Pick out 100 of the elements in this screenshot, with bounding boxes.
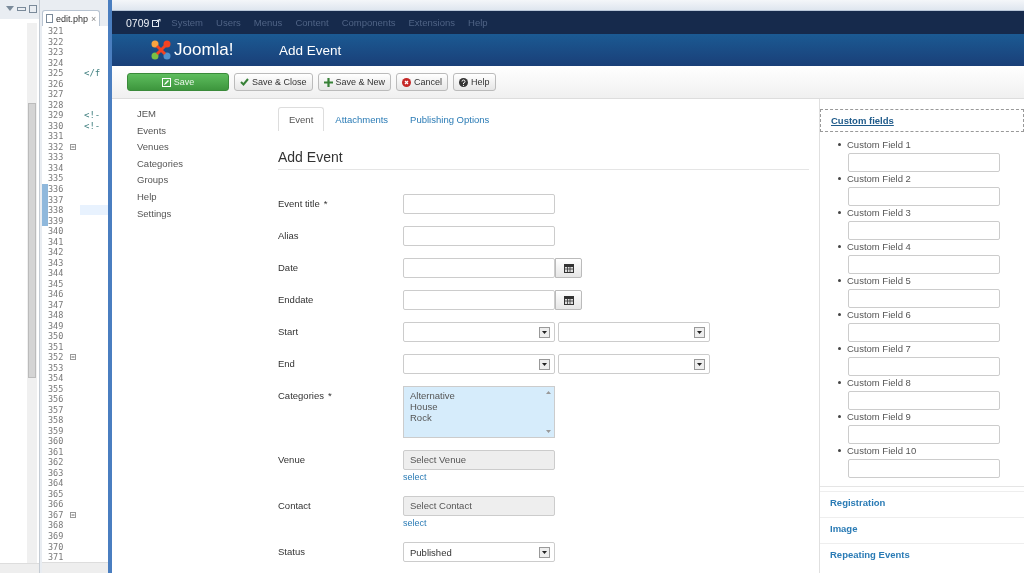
line-number: 347: [48, 299, 65, 310]
cancel-button[interactable]: Cancel: [396, 73, 449, 91]
line-number: 341: [48, 236, 65, 247]
calendar-icon: [563, 263, 574, 273]
line-number: 366: [48, 499, 65, 510]
required-mark: *: [327, 389, 332, 403]
line-number: 326: [48, 78, 65, 89]
sidebar-item[interactable]: Venues: [137, 141, 278, 154]
accordion-header[interactable]: Repeating Events: [820, 543, 1024, 565]
field-label: Custom Field 4: [847, 240, 911, 252]
hour-dropdown[interactable]: [403, 322, 555, 342]
line-number: 355: [48, 383, 65, 394]
help-icon: [459, 77, 469, 87]
date-field[interactable]: [403, 290, 555, 310]
sidebar-item[interactable]: Groups: [137, 174, 278, 187]
line-number: 328: [48, 99, 65, 110]
bullet-icon: [838, 380, 841, 384]
line-number: 342: [48, 247, 65, 258]
select-link[interactable]: select: [403, 516, 427, 530]
line-number: 321: [48, 26, 65, 37]
help-button[interactable]: Help: [453, 73, 496, 91]
editor-tab[interactable]: edit.php ×: [42, 10, 101, 26]
line-number: 331: [48, 131, 65, 142]
scroll-arrows-icon[interactable]: [546, 390, 551, 434]
field-label: Enddate: [278, 293, 314, 307]
line-number: 348: [48, 310, 65, 321]
sidebar-item[interactable]: JEM: [137, 108, 278, 120]
bullet-icon: [838, 414, 841, 418]
text-field[interactable]: [403, 226, 555, 246]
line-number: 323: [48, 47, 65, 58]
line-number: 332: [48, 141, 65, 152]
bullet-icon: [838, 346, 841, 350]
tab[interactable]: Publishing Options: [399, 107, 501, 131]
listbox-option[interactable]: Rock: [410, 412, 548, 423]
line-number: 362: [48, 457, 65, 468]
fold-icon[interactable]: [70, 143, 76, 150]
fold-icon[interactable]: [70, 354, 76, 361]
text-field[interactable]: [848, 289, 1000, 308]
line-number: 357: [48, 404, 65, 415]
line-number: 354: [48, 373, 65, 384]
minimize-icon[interactable]: [17, 6, 26, 13]
field-label: Custom Field 6: [847, 308, 911, 320]
external-link-icon[interactable]: [152, 18, 162, 27]
tab[interactable]: Attachments: [324, 107, 400, 131]
text-field[interactable]: [848, 323, 1000, 342]
maximize-icon[interactable]: [29, 5, 37, 14]
tab[interactable]: Event: [278, 107, 325, 131]
text-field[interactable]: [848, 221, 1000, 240]
scrollbar[interactable]: [27, 22, 37, 563]
line-number: 336: [48, 184, 65, 194]
sidebar-item[interactable]: Help: [137, 190, 278, 203]
code-text: </f: [84, 68, 101, 79]
accordion-header[interactable]: Registration: [820, 491, 1024, 513]
close-icon[interactable]: ×: [91, 13, 97, 24]
save-close-button[interactable]: Save & Close: [234, 73, 313, 91]
text-field[interactable]: [848, 187, 1000, 206]
calendar-button[interactable]: [555, 290, 582, 310]
horizontal-scrollbar[interactable]: [0, 562, 39, 573]
text-field[interactable]: [848, 459, 1000, 478]
calendar-icon: [563, 295, 574, 305]
bullet-icon: [838, 448, 841, 452]
line-number: 339: [48, 215, 65, 226]
line-number: 334: [48, 162, 65, 173]
listbox-option[interactable]: Alternative: [410, 390, 548, 401]
text-field[interactable]: [403, 194, 555, 214]
date-field[interactable]: [403, 258, 555, 278]
text-field[interactable]: [848, 425, 1000, 444]
field-label: Custom Field 8: [847, 376, 911, 388]
field-label: Start: [278, 325, 299, 339]
field-label: Date: [278, 261, 299, 275]
sidebar-item[interactable]: Events: [137, 124, 278, 137]
hour-dropdown[interactable]: [403, 354, 555, 374]
plus-icon: [323, 77, 333, 87]
text-field[interactable]: [848, 255, 1000, 274]
text-field[interactable]: [848, 357, 1000, 376]
text-field[interactable]: [848, 391, 1000, 410]
line-number: 333: [48, 152, 65, 163]
listbox-option[interactable]: House: [410, 401, 548, 412]
line-number: 335: [48, 173, 65, 184]
line-number: 370: [48, 541, 65, 552]
view-menu-icon[interactable]: [6, 6, 14, 13]
sidebar-item[interactable]: Categories: [137, 157, 278, 170]
edit-icon: [161, 77, 171, 87]
save-new-button[interactable]: Save & New: [317, 73, 392, 91]
status-dropdown[interactable]: Published: [403, 542, 555, 562]
address-bar[interactable]: [112, 0, 1024, 11]
line-number: 364: [48, 478, 65, 489]
accordion-header[interactable]: Image: [820, 517, 1024, 539]
bullet-icon: [838, 312, 841, 316]
fold-icon[interactable]: [70, 511, 76, 518]
sidebar-item[interactable]: Settings: [137, 207, 278, 220]
select-link[interactable]: select: [403, 470, 427, 484]
minute-dropdown[interactable]: [558, 322, 710, 342]
horizontal-scrollbar[interactable]: [42, 562, 108, 573]
minute-dropdown[interactable]: [558, 354, 710, 374]
accordion-header[interactable]: Custom fields: [820, 109, 1024, 132]
site-name[interactable]: 0709: [126, 16, 150, 29]
text-field[interactable]: [848, 153, 1000, 172]
category-listbox[interactable]: Alternative House Rock: [403, 386, 555, 438]
calendar-button[interactable]: [555, 258, 582, 278]
